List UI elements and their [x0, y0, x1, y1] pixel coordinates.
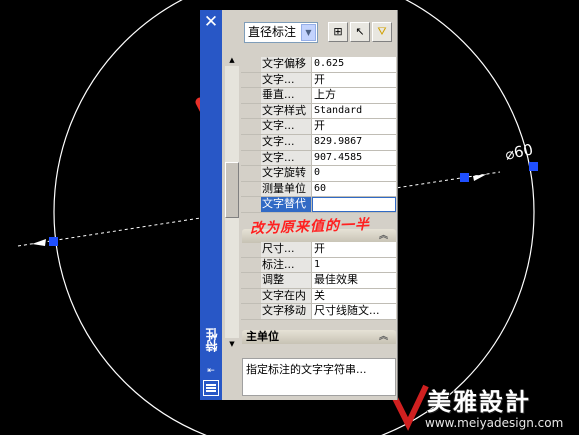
property-key: 标注...	[261, 257, 312, 273]
property-value[interactable]: 开	[312, 72, 396, 88]
property-value[interactable]: 907.4585	[312, 150, 396, 166]
property-value[interactable]: 1	[312, 257, 396, 273]
property-key: 文字在内	[261, 288, 312, 304]
scroll-down-icon[interactable]: ▼	[225, 338, 239, 350]
palette-titlebar[interactable]: ✕ 特性 ⇤	[200, 10, 222, 400]
select-objects-icon[interactable]: ↖	[350, 22, 370, 42]
property-value[interactable]: 60	[312, 181, 396, 197]
properties-panel: 直径标注 ▼ ⊞ ↖ ⛛ ▲ ▼ 文字偏移 0.625 文字... 开 垂直... 上…	[222, 10, 398, 400]
watermark-url: www.meiyadesign.com	[425, 416, 564, 430]
property-key: 文字偏移	[261, 57, 312, 72]
property-value[interactable]: Standard	[312, 103, 396, 119]
scroll-up-icon[interactable]: ▲	[225, 54, 239, 66]
section-title: 主单位	[246, 330, 279, 343]
property-value[interactable]: 开	[312, 119, 396, 134]
properties-scrollbar[interactable]: ▲ ▼	[225, 54, 239, 350]
property-row[interactable]: 文字样式 Standard	[241, 103, 396, 120]
property-key: 文字...	[261, 72, 312, 88]
text-override-input[interactable]	[312, 197, 396, 212]
grip-left	[49, 237, 58, 246]
watermark: 美雅設計 www.meiyadesign.com	[387, 378, 579, 435]
property-key: 测量单位	[261, 181, 312, 197]
quick-select-icon[interactable]: ⊞	[328, 22, 348, 42]
pickadd-filter-icon[interactable]: ⛛	[372, 22, 392, 42]
collapse-icon[interactable]: ︽	[379, 330, 388, 344]
property-key: 垂直...	[261, 88, 312, 103]
property-value[interactable]: 0.625	[312, 57, 396, 72]
property-value[interactable]: 开	[312, 242, 396, 257]
property-row[interactable]: 测量单位 60	[241, 181, 396, 198]
property-row[interactable]: 文字偏移 0.625	[241, 57, 396, 73]
collapse-icon[interactable]: ︽	[379, 229, 388, 243]
property-row[interactable]: 文字移动 尺寸线随文...	[241, 304, 396, 320]
palette-title: 特性	[205, 328, 219, 352]
property-row[interactable]: 文字在内关	[241, 288, 396, 305]
property-key: 文字样式	[261, 103, 312, 119]
grip-right	[460, 173, 469, 182]
property-row[interactable]: 标注... 1	[241, 257, 396, 274]
chevron-down-icon[interactable]: ▼	[301, 24, 316, 41]
property-key: 文字旋转	[261, 166, 312, 181]
object-type-select[interactable]: 直径标注 ▼	[244, 22, 318, 43]
property-value[interactable]: 最佳效果	[312, 273, 396, 288]
annotation-text: 改为原来值的一半	[249, 216, 371, 238]
property-row[interactable]: 文字... 开	[241, 72, 396, 89]
property-row[interactable]: 文字... 907.4585	[241, 150, 396, 167]
text-properties-grid: 文字偏移 0.625 文字... 开 垂直... 上方 文字样式 Standard 文字…	[241, 57, 396, 213]
palette-menu-icon[interactable]	[203, 380, 219, 396]
close-icon[interactable]: ✕	[202, 13, 220, 31]
property-row-text-override[interactable]: 文字替代	[241, 197, 396, 213]
property-key: 文字...	[261, 150, 312, 166]
object-type-value: 直径标注	[248, 25, 297, 39]
property-key: 文字替代	[261, 197, 312, 212]
property-key: 文字移动	[261, 304, 312, 319]
property-value[interactable]: 关	[312, 288, 396, 304]
dimension-arrow-right	[473, 174, 487, 181]
grip-text	[529, 162, 538, 171]
property-row[interactable]: 垂直... 上方	[241, 88, 396, 104]
auto-hide-icon[interactable]: ⇤	[203, 366, 219, 376]
fit-properties-grid: 尺寸... 开 标注... 1 调整 最佳效果 文字在内关 文字移动 尺寸线随文...	[241, 242, 396, 320]
property-value[interactable]: 0	[312, 166, 396, 181]
property-row[interactable]: 文字旋转 0	[241, 166, 396, 182]
property-value[interactable]: 尺寸线随文...	[312, 304, 396, 319]
property-key: 文字...	[261, 119, 312, 134]
property-key: 调整	[261, 273, 312, 288]
dimension-arrow-left	[32, 239, 46, 246]
property-row[interactable]: 尺寸... 开	[241, 242, 396, 258]
property-key: 尺寸...	[261, 242, 312, 257]
property-key: 文字...	[261, 134, 312, 150]
property-help-text: 指定标注的文字字符串...	[242, 358, 396, 396]
property-value[interactable]: 上方	[312, 88, 396, 103]
primary-units-section-header[interactable]: 主单位 ︽	[242, 330, 396, 344]
property-row[interactable]: 文字... 开	[241, 119, 396, 135]
property-value[interactable]: 829.9867	[312, 134, 396, 150]
property-row[interactable]: 调整 最佳效果	[241, 273, 396, 289]
scroll-thumb[interactable]	[225, 162, 239, 218]
property-row[interactable]: 文字... 829.9867	[241, 134, 396, 151]
watermark-brand: 美雅設計	[427, 387, 531, 416]
